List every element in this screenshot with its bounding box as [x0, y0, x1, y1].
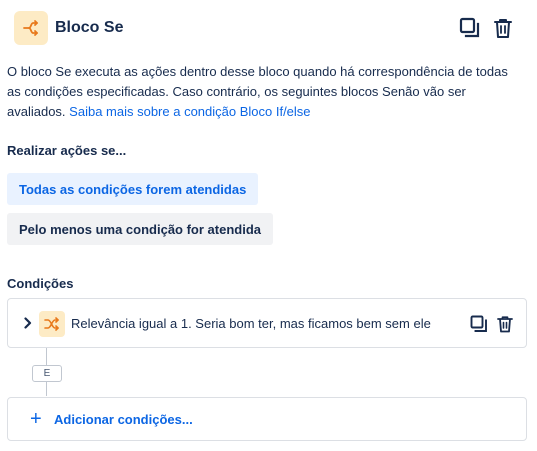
delete-condition-button[interactable] [494, 313, 516, 335]
add-conditions-button[interactable]: + Adicionar condições... [7, 397, 527, 441]
condition-text: Relevância igual a 1. Seria bom ter, mas… [71, 316, 431, 331]
copy-icon [459, 17, 480, 38]
learn-more-link[interactable]: Saiba mais sobre a condição Bloco If/els… [69, 104, 310, 119]
conditions-label: Condições [7, 276, 74, 291]
chevron-right-icon[interactable] [20, 315, 36, 331]
trash-icon [494, 19, 512, 38]
block-title: Bloco Se [55, 19, 124, 36]
block-description: O bloco Se executa as ações dentro desse… [7, 62, 519, 122]
shuffle-icon [39, 311, 65, 337]
option-any-condition[interactable]: Pelo menos uma condição for atendida [7, 213, 273, 245]
copy-icon [470, 315, 487, 332]
block-header: Bloco Se [14, 11, 524, 45]
perform-actions-label: Realizar ações se... [7, 143, 127, 158]
plus-icon: + [30, 408, 42, 430]
delete-block-button[interactable] [490, 15, 516, 41]
option-all-conditions[interactable]: Todas as condições forem atendidas [7, 173, 259, 205]
add-conditions-label: Adicionar condições... [54, 412, 193, 427]
and-operator-badge: E [32, 365, 62, 382]
trash-icon [497, 316, 513, 333]
duplicate-condition-button[interactable] [468, 313, 490, 335]
duplicate-block-button[interactable] [457, 15, 483, 41]
condition-card[interactable]: Relevância igual a 1. Seria bom ter, mas… [7, 298, 527, 348]
branch-icon [14, 11, 48, 45]
